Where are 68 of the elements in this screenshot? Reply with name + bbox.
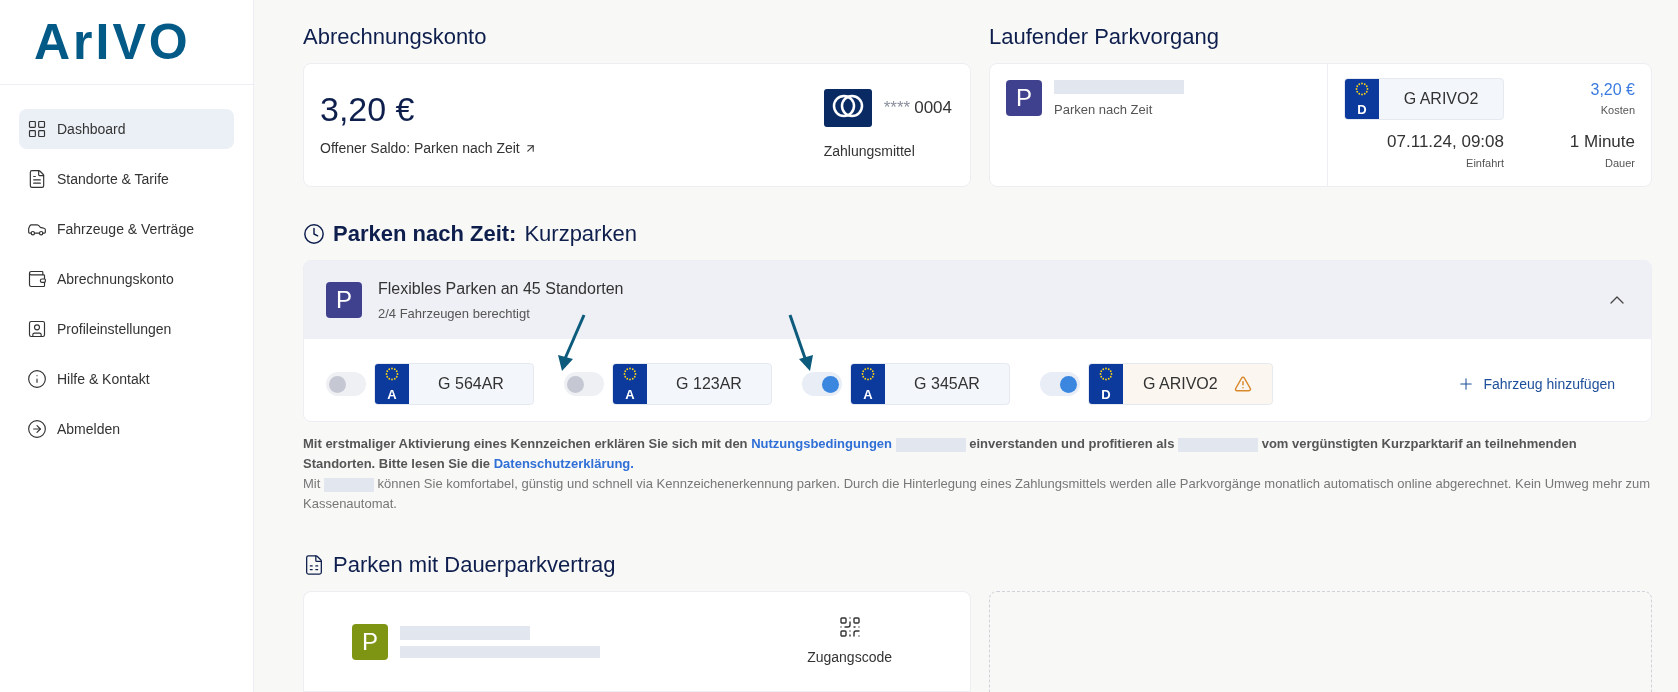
- cost-value: 3,20 €: [1590, 80, 1635, 100]
- annotation-arrow: [558, 313, 588, 373]
- annotation-arrow: [786, 313, 816, 373]
- plate-number: G 123AR: [676, 374, 742, 394]
- section-subtitle: Kurzparken: [524, 220, 637, 248]
- toggle-switch[interactable]: [564, 372, 604, 396]
- offer-title: Flexibles Parken an 45 Standorten: [378, 278, 624, 299]
- add-vehicle-button[interactable]: Fahrzeug hinzufügen: [1457, 373, 1615, 395]
- toggle-switch[interactable]: [1040, 372, 1080, 396]
- access-code-button[interactable]: Zugangscode: [807, 615, 892, 668]
- card-number: 0004: [914, 96, 952, 119]
- eu-stars-icon: [385, 367, 399, 381]
- entry-time: 07.11.24, 09:08: [1387, 131, 1504, 153]
- duration-value: 1 Minute: [1569, 131, 1635, 153]
- nav-item[interactable]: Abmelden: [19, 409, 234, 449]
- plate-number: G ARIVO2: [1143, 374, 1218, 394]
- nav-icon: [27, 269, 47, 289]
- nav-icon: [27, 119, 47, 139]
- balance-link[interactable]: Offener Saldo: Parken nach Zeit: [320, 137, 537, 159]
- payment-card-icon: [823, 88, 872, 127]
- privacy-link[interactable]: Datenschutzerklärung.: [493, 456, 634, 471]
- plate-country: D: [1357, 103, 1367, 116]
- nav-item[interactable]: Abrechnungskonto: [19, 259, 234, 299]
- parking-type: Parken nach Zeit: [1054, 101, 1154, 119]
- plate-country: A: [863, 388, 873, 401]
- plate-number: G ARIVO2: [1403, 89, 1479, 109]
- parking-icon: P: [352, 623, 388, 660]
- qr-code-icon: [837, 615, 862, 639]
- logo: ArIVO: [34, 17, 191, 67]
- section-title: Parken nach Zeit:: [333, 220, 517, 248]
- nav-item[interactable]: Dashboard: [19, 109, 234, 149]
- terms-notice: Mit erstmaliger Aktivierung eines Kennzeichen erklären Sie sich mit den Nutzungsbedingungen einverstanden und profitieren als vom vergünstigten Kurzparktarif an teilnehmenden Standorten. Bitte lesen Sie die Datenschutzerklärung.: [303, 435, 1578, 473]
- eu-stars-icon: [1099, 367, 1113, 381]
- nav-item[interactable]: Standorte & Tarife: [19, 159, 234, 199]
- nav-icon: [27, 169, 47, 189]
- info-text: Mit können Sie komfortabel, günstig und schnell via Kennzeichenerkennung parken. Durch die Hinterlegung eines Zahlungsmittels werden alle Parkvorgänge monatlich automatisch online abgerechnet. Kein Umweg mehr zum Kassenautomat.: [303, 475, 1652, 513]
- nav-icon: [27, 419, 47, 439]
- nav-item[interactable]: Profileinstellungen: [19, 309, 234, 349]
- nav-item[interactable]: Fahrzeuge & Verträge: [19, 209, 234, 249]
- parking-icon: P: [326, 282, 362, 318]
- contract-icon: [303, 553, 325, 576]
- terms-link[interactable]: Nutzungsbedingungen: [751, 436, 892, 451]
- balance-amount: 3,20 €: [320, 91, 416, 126]
- offer-header[interactable]: P Flexibles Parken an 45 Standorten 2/4 Fahrzeugen berechtigt: [304, 261, 1651, 339]
- parking-icon: P: [1006, 80, 1042, 116]
- plate-country: D: [1101, 388, 1111, 401]
- eu-stars-icon: [1355, 82, 1369, 96]
- card-mask: ****: [883, 96, 911, 119]
- eu-stars-icon: [623, 367, 637, 381]
- offer-subtitle: 2/4 Fahrzeugen berechtigt: [378, 304, 531, 323]
- section-title: Abrechnungskonto: [303, 23, 488, 51]
- plate-number: G 564AR: [438, 374, 504, 394]
- plate-country: A: [387, 388, 397, 401]
- clock-icon: [303, 222, 325, 245]
- eu-stars-icon: [861, 367, 875, 381]
- section-title: Parken mit Dauerparkvertrag: [333, 551, 616, 579]
- nav-icon: [27, 369, 47, 389]
- duration-label: Dauer: [1605, 155, 1635, 171]
- toggle-switch[interactable]: [326, 372, 366, 396]
- nav-icon: [27, 319, 47, 339]
- section-title: Laufender Parkvorgang: [989, 23, 1220, 51]
- plate-number: G 345AR: [914, 374, 980, 394]
- cost-label: Kosten: [1600, 103, 1635, 118]
- payment-label: Zahlungsmittel: [823, 141, 916, 161]
- plate-country: A: [625, 388, 635, 401]
- nav-item[interactable]: Hilfe & Kontakt: [19, 359, 234, 399]
- toggle-switch[interactable]: [802, 372, 842, 396]
- entry-label: Einfahrt: [1466, 155, 1504, 171]
